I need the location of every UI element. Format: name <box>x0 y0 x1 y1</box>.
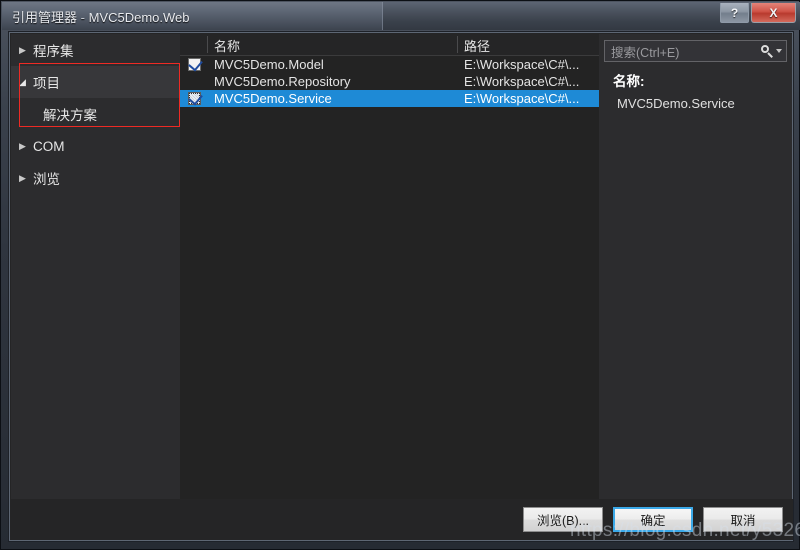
dialog-footer: 浏览(B)... 确定 取消 <box>11 499 793 540</box>
details-name-label: 名称: <box>613 74 645 89</box>
details-body: 名称: MVC5Demo.Service <box>599 70 792 111</box>
chevron-right-icon: ▶ <box>19 140 26 151</box>
sidebar-subitem-solution[interactable]: 解决方案 <box>11 98 180 130</box>
question-mark-icon: ? <box>730 5 739 20</box>
row-checkbox-cell[interactable] <box>180 90 208 106</box>
row-checkbox-cell[interactable] <box>180 56 208 72</box>
search-icon[interactable] <box>761 44 774 58</box>
dialog-button-row: 浏览(B)... 确定 取消 <box>523 507 783 532</box>
sidebar-item-label: 项目 <box>33 76 60 91</box>
chevron-right-icon: ▶ <box>19 44 26 55</box>
details-pane: 搜索(Ctrl+E) 名称: MVC5Demo.Service <box>599 34 792 540</box>
window-title: 引用管理器 - MVC5Demo.Web <box>12 7 189 26</box>
reference-manager-dialog: 引用管理器 - MVC5Demo.Web ? X ▶ 程序集 ◢ 项目 解决方案 <box>0 0 800 550</box>
close-icon: X <box>769 5 778 20</box>
window-title-separator: - <box>77 10 89 25</box>
checkbox-checked-focused-icon[interactable] <box>187 90 203 106</box>
row-name: MVC5Demo.Service <box>214 91 332 106</box>
sidebar-item-label: 浏览 <box>33 172 60 187</box>
window-title-project: MVC5Demo.Web <box>88 10 190 25</box>
sidebar-item-com[interactable]: ▶ COM <box>11 130 180 162</box>
sidebar-item-assemblies[interactable]: ▶ 程序集 <box>11 34 180 66</box>
column-header-path[interactable]: 路径 <box>464 36 490 55</box>
sidebar-item-projects[interactable]: ◢ 项目 <box>11 66 180 98</box>
column-header-name[interactable]: 名称 <box>214 36 240 55</box>
chevron-down-icon[interactable] <box>776 49 782 53</box>
dialog-client-area: ▶ 程序集 ◢ 项目 解决方案 ▶ COM ▶ 浏览 名称 路径 MVC5Dem… <box>9 32 793 541</box>
help-button[interactable]: ? <box>720 3 749 23</box>
checkmark-icon <box>187 90 203 106</box>
sidebar-subitem-label: 解决方案 <box>43 108 97 123</box>
table-row[interactable]: MVC5Demo.Service E:\Workspace\C#\... <box>180 90 599 107</box>
chevron-right-icon: ▶ <box>19 172 26 183</box>
details-name-value: MVC5Demo.Service <box>617 96 735 111</box>
row-path: E:\Workspace\C#\... <box>464 91 580 106</box>
search-input[interactable]: 搜索(Ctrl+E) <box>605 42 761 61</box>
table-row[interactable]: MVC5Demo.Repository E:\Workspace\C#\... <box>180 73 599 90</box>
chevron-down-icon: ◢ <box>19 76 26 87</box>
row-name: MVC5Demo.Repository <box>214 74 351 89</box>
reference-list-pane: 名称 路径 MVC5Demo.Model E:\Workspace\C#\... <box>180 34 599 540</box>
sidebar-item-label: 程序集 <box>33 44 74 59</box>
ok-button[interactable]: 确定 <box>613 507 693 532</box>
magnifier-handle <box>767 51 773 58</box>
list-column-headers: 名称 路径 <box>180 34 599 56</box>
checkbox-checked-icon[interactable] <box>187 56 203 72</box>
window-controls: ? X <box>720 3 796 23</box>
row-checkbox-cell[interactable] <box>180 75 208 88</box>
row-path: E:\Workspace\C#\... <box>464 57 580 72</box>
column-divider[interactable] <box>457 36 458 53</box>
browse-button[interactable]: 浏览(B)... <box>523 507 603 532</box>
cancel-button[interactable]: 取消 <box>703 507 783 532</box>
column-divider[interactable] <box>207 36 208 53</box>
checkmark-icon <box>187 56 203 72</box>
search-controls <box>761 44 786 58</box>
row-name: MVC5Demo.Model <box>214 57 324 72</box>
close-button[interactable]: X <box>751 3 796 23</box>
sidebar-item-browse[interactable]: ▶ 浏览 <box>11 162 180 194</box>
table-row[interactable]: MVC5Demo.Model E:\Workspace\C#\... <box>180 56 599 73</box>
search-box[interactable]: 搜索(Ctrl+E) <box>604 40 787 62</box>
window-title-main: 引用管理器 <box>12 10 78 25</box>
title-bar: 引用管理器 - MVC5Demo.Web ? X <box>2 2 800 30</box>
sidebar-item-label: COM <box>33 138 65 154</box>
window-frame: 引用管理器 - MVC5Demo.Web ? X ▶ 程序集 ◢ 项目 解决方案 <box>0 0 800 550</box>
category-sidebar: ▶ 程序集 ◢ 项目 解决方案 ▶ COM ▶ 浏览 <box>11 34 180 540</box>
row-path: E:\Workspace\C#\... <box>464 74 580 89</box>
